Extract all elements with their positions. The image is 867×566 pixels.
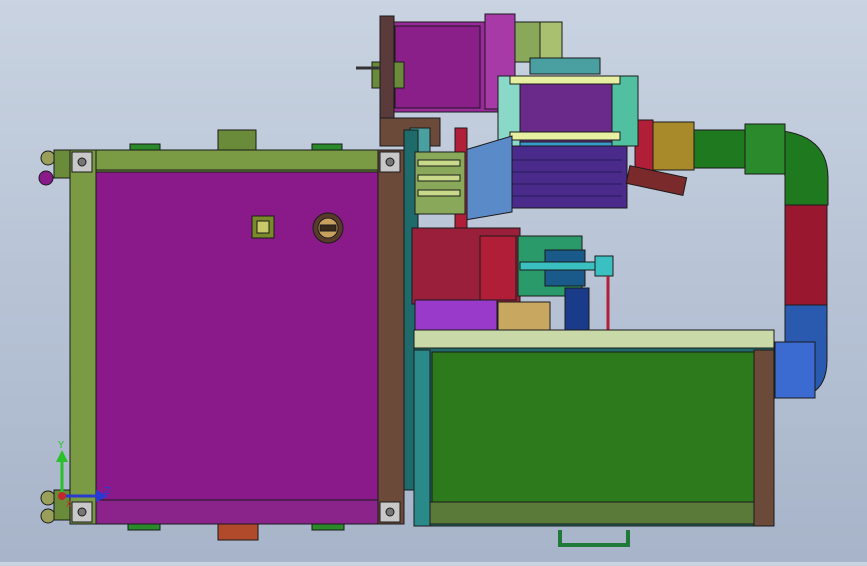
lower-table bbox=[413, 329, 775, 547]
triad-z-label: Z bbox=[104, 486, 111, 497]
machine-assembly bbox=[38, 13, 829, 547]
triad-x-label: X bbox=[66, 500, 72, 509]
electrical-cabinet bbox=[38, 129, 405, 541]
triad-y-label: Y bbox=[58, 440, 65, 451]
cad-viewport[interactable] bbox=[0, 0, 867, 562]
